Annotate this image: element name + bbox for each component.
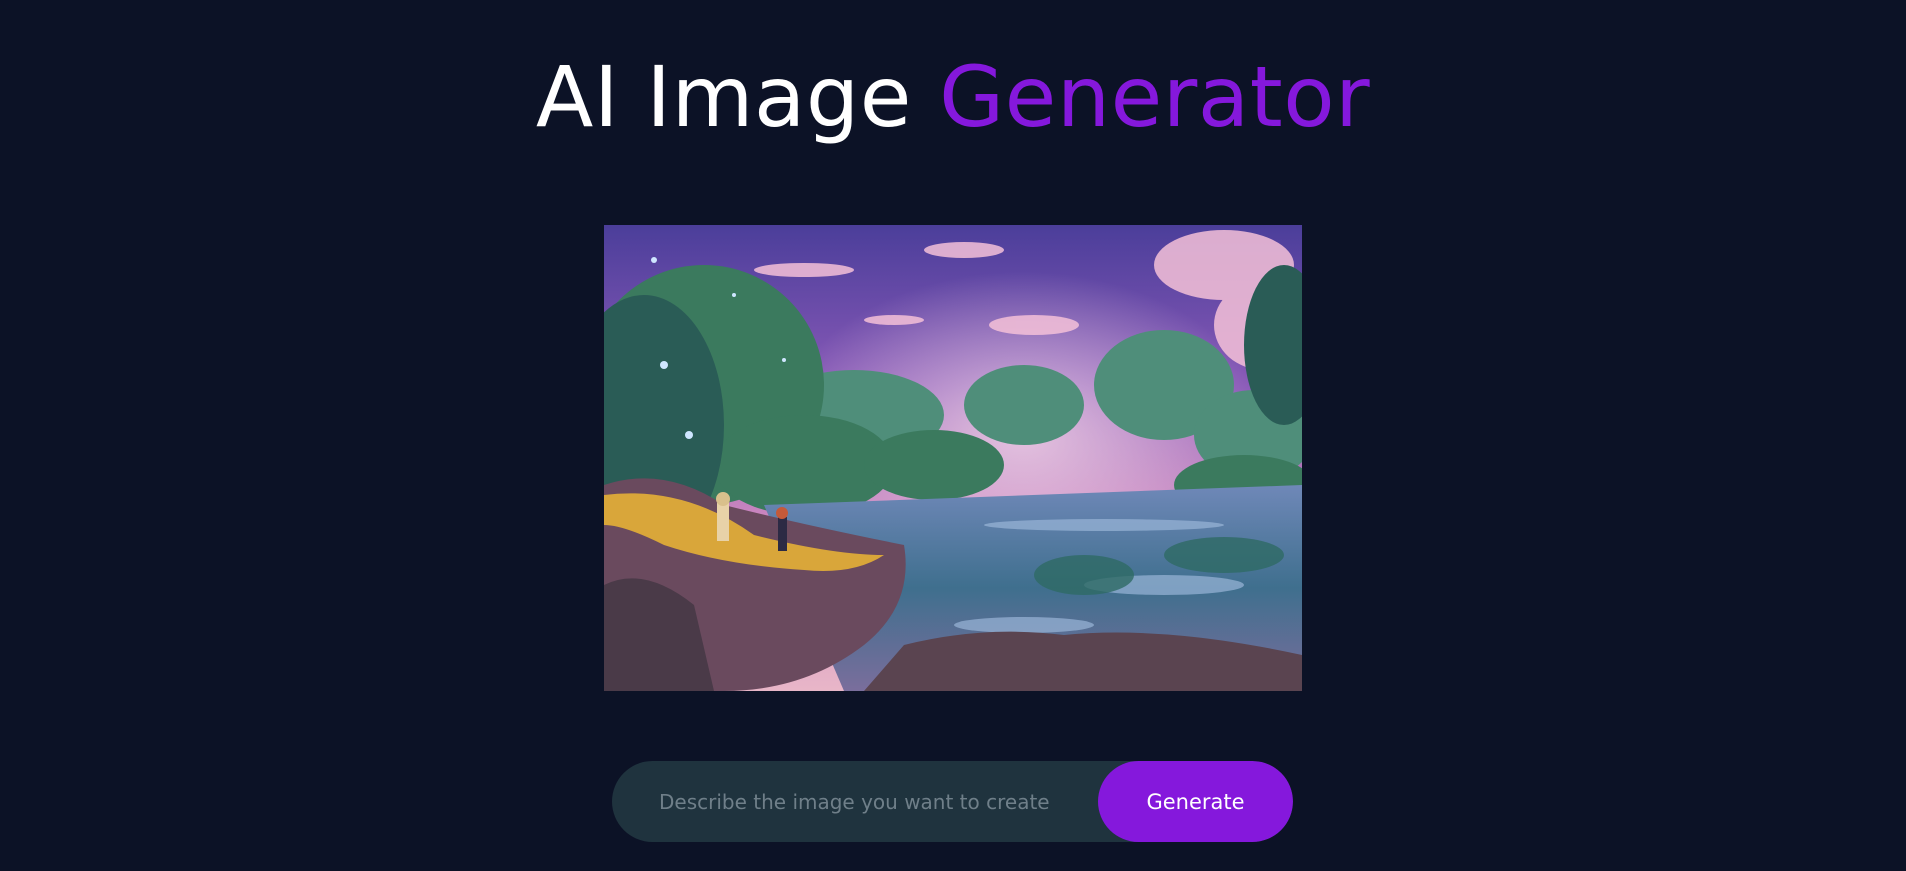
title-accent: Generator bbox=[939, 48, 1371, 146]
generated-image bbox=[604, 225, 1302, 691]
title-main: AI Image bbox=[535, 48, 912, 146]
page-title: AI Image Generator bbox=[0, 42, 1906, 152]
prompt-bar: Generate bbox=[612, 761, 1293, 842]
generate-button[interactable]: Generate bbox=[1098, 761, 1293, 842]
landscape-illustration bbox=[604, 225, 1302, 691]
prompt-input[interactable] bbox=[612, 761, 1082, 842]
app-page: AI Image Generator Describe the image yo… bbox=[0, 0, 1906, 871]
